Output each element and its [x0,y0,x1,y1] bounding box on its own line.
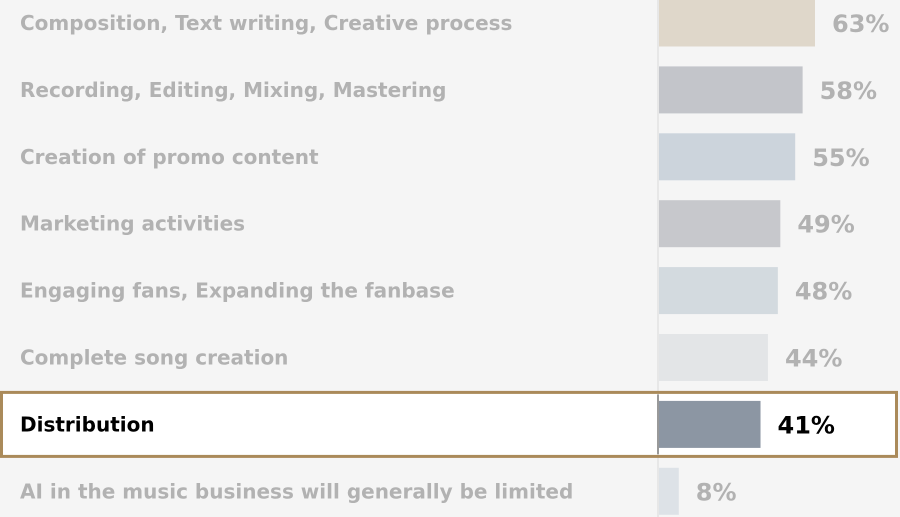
bar-chart: Composition, Text writing, Creative proc… [0,0,898,517]
value-label-0: 63% [832,10,889,38]
bar-5 [659,334,768,381]
value-label-2: 55% [812,144,869,172]
bar-4 [659,267,778,315]
value-label-3: 49% [797,211,854,239]
value-label-1: 58% [820,77,877,105]
category-label-5: Complete song creation [20,346,288,370]
category-label-6: Distribution [20,412,155,436]
category-label-1: Recording, Editing, Mixing, Mastering [20,78,446,102]
bar-2 [659,133,796,181]
category-label-3: Marketing activities [20,212,245,236]
category-label-2: Creation of promo content [20,145,319,169]
category-label-4: Engaging fans, Expanding the fanbase [20,279,455,303]
value-label-7: 8% [696,478,737,506]
category-label-7: AI in the music business will generally … [20,479,573,503]
value-label-6: 41% [778,411,835,439]
category-label-0: Composition, Text writing, Creative proc… [20,11,512,35]
bar-0 [659,0,815,47]
bar-3 [659,200,781,248]
bar-1 [659,66,803,114]
bar-6 [659,400,761,448]
chart-container: Composition, Text writing, Creative proc… [0,0,900,517]
bar-7 [659,467,679,515]
value-label-4: 48% [795,278,852,306]
value-label-5: 44% [785,345,842,373]
